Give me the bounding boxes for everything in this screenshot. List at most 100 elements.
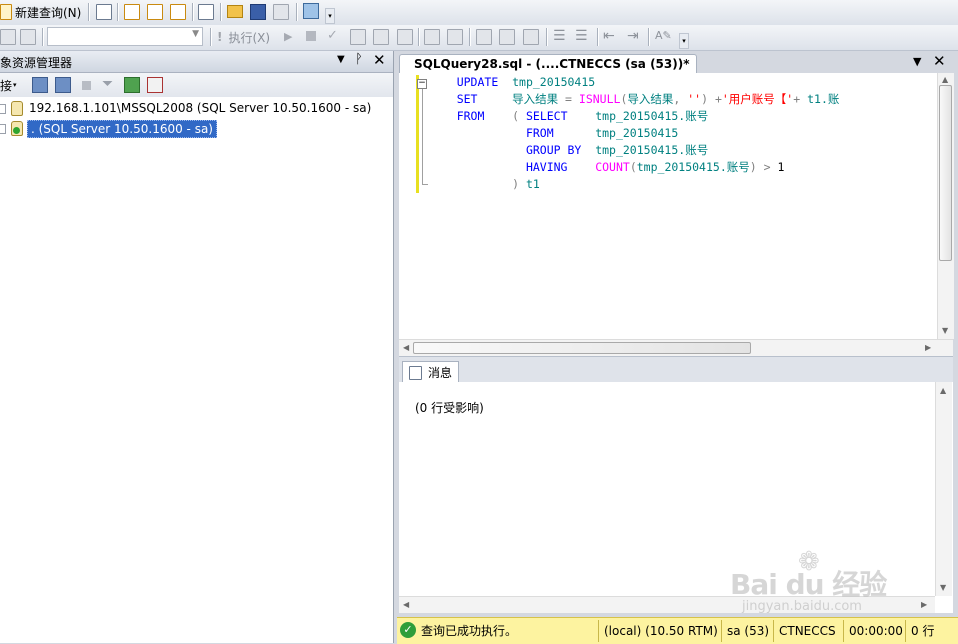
database-server-icon [11, 101, 23, 116]
disconnect-icon[interactable] [55, 77, 71, 93]
query-designer-icon[interactable] [373, 29, 389, 45]
code-line: FROM ( SELECT tmp_20150415.账号 [429, 108, 937, 125]
new-query-label: 新建查询(N) [15, 5, 82, 20]
new-query-icon [0, 4, 12, 20]
close-document-icon[interactable]: ✕ [933, 52, 946, 70]
object-explorer-panel: 对象资源管理器 ▼ ᚹ ✕ 连接 ▾ ⏷ 192.168.1.101\MSSQL… [0, 51, 394, 643]
database-select[interactable]: ▼ [47, 27, 203, 46]
success-check-icon: ✓ [400, 622, 416, 638]
active-files-dropdown-icon[interactable]: ▼ [913, 55, 921, 68]
parse-check-icon[interactable]: ✓ [327, 28, 338, 43]
open-file-page-icon[interactable] [198, 4, 214, 20]
change-connection-icon[interactable] [20, 29, 36, 45]
connect-dropdown[interactable]: 连接 ▾ [0, 75, 17, 95]
tree-node-server-2[interactable]: . (SQL Server 10.50.1600 - sa) [0, 120, 392, 138]
scroll-down-icon[interactable]: ▼ [940, 583, 946, 593]
toolbar-separator [597, 28, 598, 46]
sql-editor[interactable]: − UPDATE tmp_20150415 SET 导入结果 = ISNULL(… [399, 73, 954, 356]
code-line: ) t1 [429, 176, 937, 193]
close-icon[interactable]: ✕ [373, 51, 386, 69]
results-tab-strip: 消息 [399, 356, 953, 383]
tab-messages[interactable]: 消息 [402, 361, 460, 383]
code-token: ) + [701, 92, 722, 106]
activity-icon[interactable] [147, 77, 163, 93]
code-token: t1 [525, 177, 540, 191]
toolbar-overflow-icon[interactable]: ▾ [325, 8, 335, 24]
outline-line [422, 89, 423, 185]
toolbar-separator [546, 28, 547, 46]
code-line: GROUP BY tmp_20150415.账号 [429, 142, 937, 159]
expand-toggle-icon[interactable] [0, 104, 6, 114]
client-stats-icon[interactable] [447, 29, 463, 45]
results-to-file-icon[interactable] [523, 29, 539, 45]
db-engine-query-icon[interactable] [96, 4, 112, 20]
display-plan-icon[interactable] [350, 29, 366, 45]
dmx-query-icon[interactable] [147, 4, 163, 20]
scroll-up-icon[interactable]: ▲ [940, 386, 946, 396]
open-folder-icon[interactable] [227, 5, 243, 18]
filter-icon[interactable]: ⏷ [102, 76, 113, 92]
messages-icon [409, 365, 422, 380]
code-token: tmp_20150415 [512, 75, 596, 89]
code-token: , [673, 92, 688, 106]
editor-horizontal-scrollbar[interactable]: ◀ ▶ [399, 339, 953, 356]
code-token: '' [687, 92, 702, 106]
toolbar-separator [296, 3, 297, 21]
code-token: SELECT [525, 109, 568, 123]
connect-server-icon[interactable] [32, 77, 48, 93]
save-icon[interactable] [250, 4, 266, 20]
outline-collapse-icon[interactable]: − [417, 79, 427, 89]
print-icon[interactable] [273, 4, 289, 20]
code-token: + [793, 92, 808, 106]
code-token: = [558, 92, 579, 106]
results-to-grid-icon[interactable] [499, 29, 515, 45]
execute-button[interactable]: ! 执行(X) [217, 27, 270, 47]
tab-sqlquery28[interactable]: SQLQuery28.sql - (....CTNECCS (sa (53))* [399, 54, 697, 74]
scroll-down-icon[interactable]: ▼ [942, 326, 948, 336]
expand-toggle-icon[interactable] [0, 124, 6, 134]
messages-vertical-scrollbar[interactable]: ▲ ▼ [935, 382, 952, 596]
cancel-stop-icon[interactable] [306, 31, 316, 41]
uncomment-lines-icon[interactable]: ☰ [575, 28, 588, 44]
code-token: 导入结果 [512, 92, 559, 106]
results-to-text-icon[interactable] [476, 29, 492, 45]
code-token: ( [629, 160, 637, 174]
increase-indent-icon[interactable]: ⇥ [627, 28, 639, 44]
code-lines: UPDATE tmp_20150415 SET 导入结果 = ISNULL(导入… [429, 74, 937, 199]
connect-query-icon[interactable] [0, 29, 16, 45]
code-token: ( [512, 109, 526, 123]
editor-vertical-scrollbar[interactable]: ▲ ▼ [937, 73, 954, 339]
auto-hide-pin-icon[interactable]: ᚹ [355, 52, 363, 67]
stop-icon[interactable] [82, 81, 91, 90]
include-plan-icon[interactable] [424, 29, 440, 45]
debug-play-icon[interactable]: ▶ [284, 30, 292, 43]
specify-values-icon[interactable]: A✎ [655, 29, 672, 42]
decrease-indent-icon[interactable]: ⇤ [603, 28, 615, 44]
toolbar-separator [210, 28, 211, 46]
mdx-query-icon[interactable] [124, 4, 140, 20]
tree-node-label-selected: . (SQL Server 10.50.1600 - sa) [27, 120, 217, 138]
code-token: ) > [749, 160, 778, 174]
new-query-button[interactable]: 新建查询(N) [0, 2, 81, 22]
scroll-thumb[interactable] [413, 342, 751, 354]
code-token: GROUP BY [525, 143, 582, 157]
scroll-left-icon[interactable]: ◀ [403, 343, 409, 353]
refresh-icon[interactable] [124, 77, 140, 93]
comment-lines-icon[interactable]: ☰ [553, 28, 566, 44]
baidu-watermark: ❁ Bai du 经验 jingyan.baidu.com [730, 547, 930, 620]
options-icon[interactable] [397, 29, 413, 45]
toolbar-overflow-icon[interactable]: ▾ [679, 33, 689, 49]
scroll-right-icon[interactable]: ▶ [925, 343, 931, 353]
scroll-left-icon[interactable]: ◀ [403, 600, 409, 610]
change-tracking-bar [416, 75, 419, 193]
scroll-thumb[interactable] [939, 85, 952, 261]
tree-node-server-1[interactable]: 192.168.1.101\MSSQL2008 (SQL Server 10.5… [0, 100, 392, 118]
window-position-icon[interactable]: ▼ [337, 54, 345, 65]
xmla-query-icon[interactable] [170, 4, 186, 20]
activity-monitor-icon[interactable] [303, 3, 319, 19]
toolbar-query: ▼ ! 执行(X) ▶ ✓ ☰ ☰ ⇤ ⇥ A✎ ▾ [0, 25, 958, 51]
chevron-down-icon: ▾ [13, 81, 17, 89]
scroll-up-icon[interactable]: ▲ [942, 75, 948, 85]
